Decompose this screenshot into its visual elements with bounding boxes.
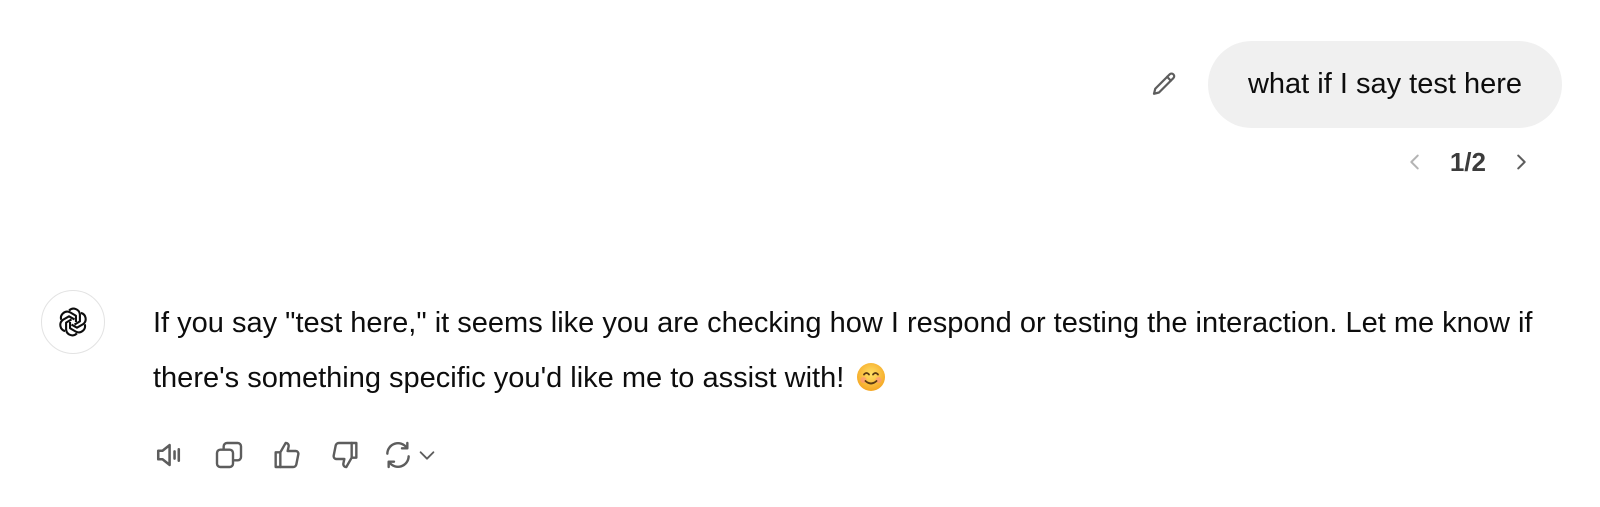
good-response-button[interactable] <box>266 434 308 476</box>
regenerate-button[interactable] <box>382 434 438 476</box>
openai-logo-icon <box>55 304 91 340</box>
assistant-message-text: If you say "test here," it seems like yo… <box>153 307 1533 394</box>
thumbs-down-icon <box>329 439 361 471</box>
user-message-text: what if I say test here <box>1247 68 1522 100</box>
chevron-left-icon <box>1404 151 1426 173</box>
bad-response-button[interactable] <box>324 434 366 476</box>
copy-button[interactable] <box>208 434 250 476</box>
assistant-avatar <box>41 290 105 354</box>
speaker-icon <box>154 438 188 472</box>
user-message-row: what if I say test here <box>1142 41 1562 128</box>
pencil-icon <box>1149 70 1179 100</box>
refresh-icon <box>382 439 414 471</box>
previous-branch-button[interactable] <box>1396 143 1434 181</box>
chat-page: what if I say test here 1/2 If you say "… <box>0 0 1600 507</box>
chevron-down-icon <box>416 444 438 466</box>
assistant-message: If you say "test here," it seems like yo… <box>153 296 1563 406</box>
copy-icon <box>213 439 245 471</box>
message-action-bar <box>150 434 438 476</box>
edit-message-button[interactable] <box>1142 63 1186 107</box>
smiling-face-emoji <box>856 362 886 392</box>
read-aloud-button[interactable] <box>150 434 192 476</box>
next-branch-button[interactable] <box>1502 143 1540 181</box>
chevron-right-icon <box>1510 151 1532 173</box>
branch-indicator: 1/2 <box>1449 146 1486 177</box>
thumbs-up-icon <box>271 439 303 471</box>
response-branch-navigator: 1/2 <box>1396 143 1540 181</box>
user-message-bubble: what if I say test here <box>1207 41 1562 128</box>
